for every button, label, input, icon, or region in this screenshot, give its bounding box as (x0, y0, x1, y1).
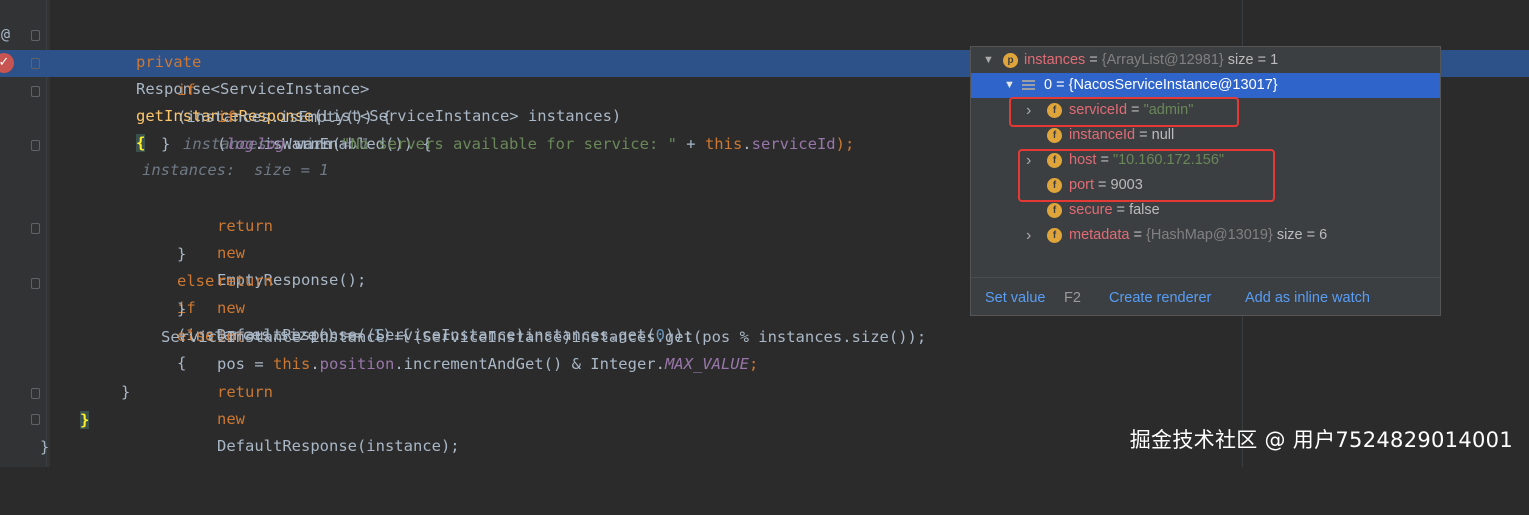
field-icon: f (1047, 203, 1062, 218)
field-value: false (1129, 202, 1160, 218)
code-text: ServiceInstance instance = (ServiceInsta… (161, 328, 927, 346)
fold-marker-icon[interactable] (31, 223, 40, 234)
field-value: {HashMap@13019} (1146, 227, 1273, 243)
equals-sign: = (1052, 77, 1069, 93)
size-label: size = 1 (1223, 52, 1279, 68)
tree-node-field[interactable]: › f metadata = {HashMap@13019} size = 6 (971, 223, 1440, 248)
element-index: 0 (1044, 77, 1053, 93)
code-line[interactable]: } (42, 379, 1529, 406)
watermark: 掘金技术社区 @ 用户7524829014001 (1129, 428, 1513, 452)
equals-sign: = (1129, 227, 1146, 243)
fold-marker-icon[interactable] (31, 414, 40, 425)
code-line[interactable]: private Response<ServiceInstance> getIns… (42, 22, 1529, 179)
code-line[interactable]: return new DefaultResponse(instance); (42, 352, 1529, 455)
code-text: } (40, 438, 50, 456)
chevron-down-icon[interactable]: ▼ (1004, 73, 1015, 98)
set-value-link[interactable]: Set value (985, 278, 1045, 318)
fold-marker-icon[interactable] (31, 278, 40, 289)
size-label: size = 6 (1272, 227, 1328, 243)
object-reference: {NacosServiceInstance@13017} (1068, 77, 1278, 93)
override-annotation-icon[interactable]: @ (1, 25, 10, 43)
highlight-box-serviceid (1009, 97, 1239, 127)
field-value: null (1151, 127, 1175, 143)
code-text: } (161, 135, 171, 153)
code-line[interactable]: ServiceInstance instance = (ServiceInsta… (42, 324, 1529, 351)
code-text: } (121, 383, 131, 401)
object-reference: {ArrayList@12981} (1101, 52, 1224, 68)
field-name: instanceId (1069, 127, 1136, 143)
fold-marker-icon[interactable] (31, 30, 40, 41)
fold-marker-icon[interactable] (31, 388, 40, 399)
parameter-icon: p (1003, 53, 1018, 68)
shortcut-label: F2 (1064, 290, 1081, 306)
matched-brace: } (80, 411, 90, 429)
popup-footer: Set value F2 Create renderer Add as inli… (971, 277, 1440, 318)
variable-name: instances (1024, 52, 1086, 68)
tree-node-item-0[interactable]: ▼ 0 = {NacosServiceInstance@13017} (971, 73, 1440, 98)
fold-marker-icon[interactable] (31, 58, 40, 69)
tree-node-instances[interactable]: ▼ p instances = {ArrayList@12981} size =… (971, 48, 1440, 73)
fold-marker-icon[interactable] (31, 140, 40, 151)
highlight-box-host-port (1018, 149, 1275, 202)
add-inline-watch-link[interactable]: Add as inline watch (1245, 278, 1370, 318)
field-icon: f (1047, 228, 1062, 243)
equals-sign: = (1085, 52, 1102, 68)
equals-sign: = (1112, 202, 1130, 218)
field-name: metadata (1069, 227, 1130, 243)
debug-variables-popup[interactable]: ▼ p instances = {ArrayList@12981} size =… (970, 46, 1441, 316)
fold-marker-icon[interactable] (31, 86, 40, 97)
list-element-icon (1022, 80, 1035, 91)
chevron-right-icon[interactable]: › (1026, 223, 1031, 248)
field-icon: f (1047, 128, 1062, 143)
chevron-down-icon[interactable]: ▼ (983, 48, 994, 73)
create-renderer-link[interactable]: Create renderer (1109, 278, 1211, 318)
equals-sign: = (1135, 127, 1152, 143)
field-name: secure (1069, 202, 1113, 218)
